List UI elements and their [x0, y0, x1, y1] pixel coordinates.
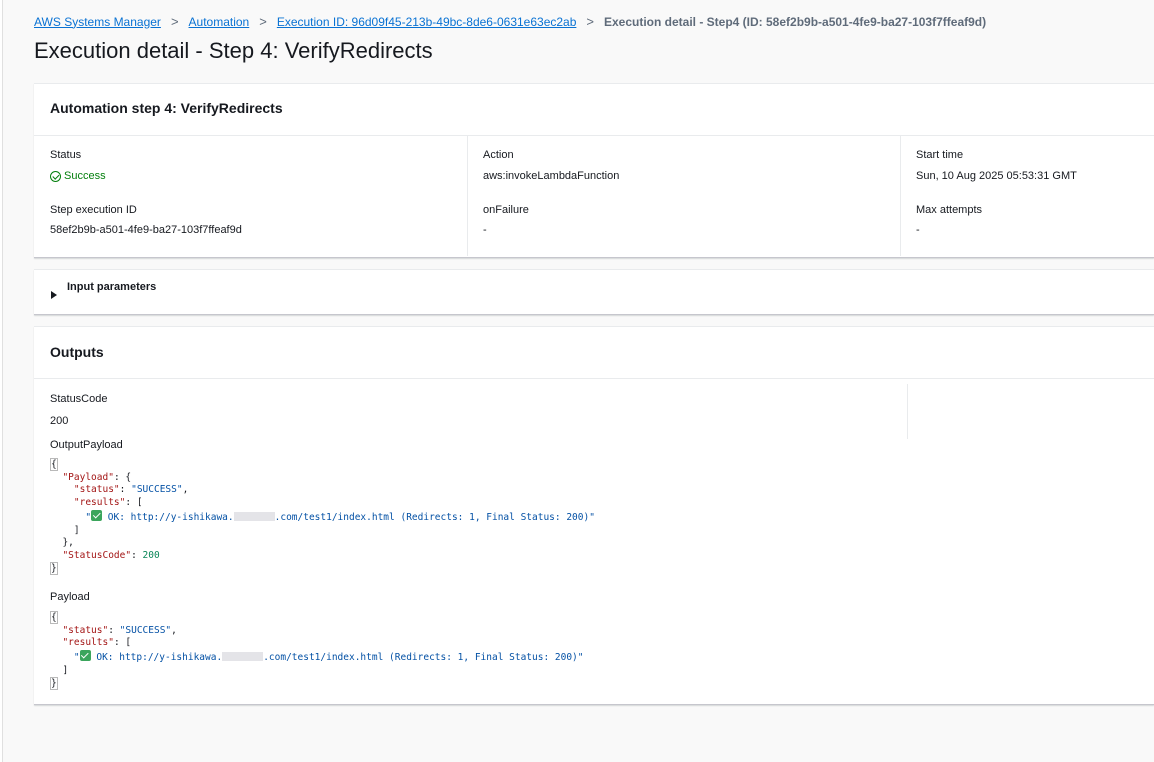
- payload-label: Payload: [50, 591, 90, 603]
- breadcrumb-systems-manager[interactable]: AWS Systems Manager: [34, 15, 161, 29]
- redacted-text: [222, 652, 264, 662]
- breadcrumb-automation[interactable]: Automation: [189, 15, 250, 29]
- input-parameters-panel[interactable]: Input parameters: [34, 269, 1154, 315]
- status-value: Success: [64, 170, 106, 182]
- status-code-label: StatusCode: [50, 393, 108, 405]
- page-title: Execution detail - Step 4: VerifyRedirec…: [34, 38, 433, 63]
- max-attempts-label: Max attempts: [916, 204, 983, 216]
- details-column-2: Action aws:invokeLambdaFunction onFailur…: [467, 136, 901, 256]
- step-execution-id-label: Step execution ID: [50, 204, 137, 216]
- breadcrumb: AWS Systems Manager > Automation > Execu…: [34, 14, 986, 29]
- status-label: Status: [50, 149, 82, 161]
- details-column-1: Status Success Step execution ID 58ef2b9…: [34, 136, 467, 256]
- redacted-text: [233, 511, 275, 521]
- output-payload-json: { "Payload": { "status": "SUCCESS", "res…: [50, 458, 595, 575]
- output-payload-label: OutputPayload: [50, 439, 123, 451]
- input-parameters-title[interactable]: Input parameters: [67, 281, 156, 293]
- chevron-right-icon: >: [170, 14, 179, 29]
- column-divider: [907, 384, 908, 439]
- details-column-3: Start time Sun, 10 Aug 2025 05:53:31 GMT…: [900, 136, 1154, 256]
- step-execution-id-value: 58ef2b9b-a501-4fe9-ba27-103f7ffeaf9d: [50, 224, 242, 236]
- action-value: aws:invokeLambdaFunction: [483, 170, 620, 182]
- breadcrumb-execution-id[interactable]: Execution ID: 96d09f45-213b-49bc-8de6-06…: [277, 15, 577, 29]
- step-panel-title: Automation step 4: VerifyRedirects: [50, 100, 283, 116]
- breadcrumb-current: Execution detail - Step4 (ID: 58ef2b9b-a…: [603, 14, 987, 29]
- outputs-title: Outputs: [50, 344, 104, 360]
- step-details-panel: Automation step 4: VerifyRedirects Statu…: [34, 83, 1154, 258]
- payload-json: { "status": "SUCCESS", "results": [ " OK…: [50, 611, 584, 690]
- outputs-panel: Outputs StatusCode 200 OutputPayload { "…: [34, 326, 1154, 705]
- check-mark-emoji-icon: [79, 650, 91, 662]
- status-success-icon: [50, 170, 61, 182]
- start-time-label: Start time: [916, 149, 964, 161]
- on-failure-label: onFailure: [483, 204, 529, 216]
- on-failure-value: -: [483, 224, 487, 236]
- action-label: Action: [483, 149, 514, 161]
- start-time-value: Sun, 10 Aug 2025 05:53:31 GMT: [916, 170, 1077, 182]
- status-badge: Success: [50, 170, 106, 182]
- check-mark-emoji-icon: [91, 509, 103, 521]
- caret-right-icon[interactable]: [51, 291, 57, 299]
- chevron-right-icon: >: [259, 14, 267, 29]
- max-attempts-value: -: [916, 224, 920, 236]
- status-code-value: 200: [50, 415, 69, 427]
- chevron-right-icon: >: [586, 14, 594, 29]
- panel-divider: [34, 378, 1154, 379]
